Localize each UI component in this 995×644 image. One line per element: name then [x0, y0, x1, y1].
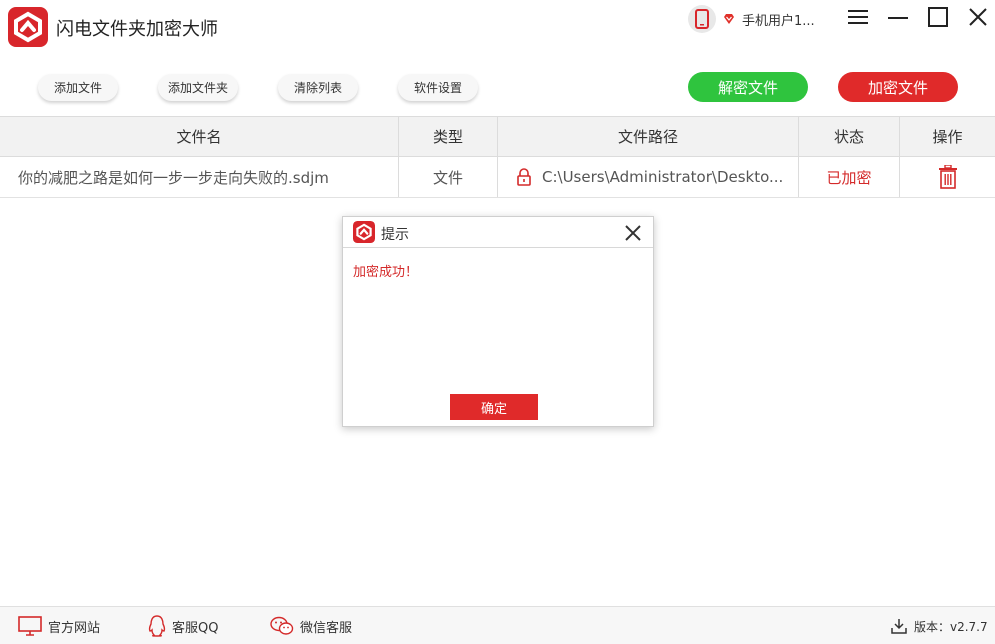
official-website-label: 官方网站 [48, 617, 100, 636]
tip-dialog: 提示 加密成功！ 确定 [342, 216, 654, 427]
qq-support-label: 客服QQ [172, 617, 218, 636]
file-path-cell: C:\Users\Administrator\Deskto... [498, 157, 799, 197]
column-header-status: 状态 [799, 117, 900, 156]
minimize-icon [887, 8, 909, 26]
table-row[interactable]: 你的减肥之路是如何一步一步走向失败的.sdjm 文件 C:\Users\Admi… [0, 157, 995, 198]
dialog-header: 提示 [343, 217, 653, 248]
wechat-support-label: 微信客服 [300, 617, 352, 636]
monitor-icon [18, 616, 42, 636]
dialog-close-button[interactable] [623, 223, 643, 243]
wechat-support-link[interactable]: 微信客服 [270, 607, 352, 644]
file-name-cell: 你的减肥之路是如何一步一步走向失败的.sdjm [0, 157, 399, 197]
menu-button[interactable] [844, 5, 872, 29]
close-icon [968, 7, 988, 27]
qq-support-link[interactable]: 客服QQ [148, 607, 218, 644]
trash-icon [938, 165, 958, 189]
download-icon[interactable] [890, 617, 908, 635]
app-logo-icon [353, 221, 375, 243]
table-header: 文件名 类型 文件路径 状态 操作 [0, 116, 995, 157]
title-bar: 闪电文件夹加密大师 手机用户1... [0, 0, 995, 57]
wechat-icon [270, 616, 294, 636]
file-path-text: C:\Users\Administrator\Deskto... [542, 168, 783, 186]
settings-button[interactable]: 软件设置 [398, 74, 478, 101]
minimize-button[interactable] [884, 5, 912, 29]
avatar[interactable] [688, 5, 716, 33]
dialog-message: 加密成功！ [353, 261, 418, 280]
lock-icon [516, 167, 532, 187]
official-website-link[interactable]: 官方网站 [18, 607, 100, 644]
menu-icon [847, 8, 869, 26]
close-icon [623, 223, 643, 243]
status-bar: 官方网站 客服QQ 微信客服 版本：v2.7.7 [0, 606, 995, 644]
version-label: 版本：v2.7.7 [914, 618, 988, 635]
app-title: 闪电文件夹加密大师 [56, 15, 218, 41]
file-type-cell: 文件 [399, 157, 498, 197]
status-badge: 已加密 [799, 157, 900, 197]
close-button[interactable] [964, 5, 992, 29]
column-header-type: 类型 [399, 117, 498, 156]
add-file-button[interactable]: 添加文件 [38, 74, 118, 101]
maximize-icon [927, 7, 949, 27]
user-name: 手机用户1... [742, 10, 815, 29]
ok-button[interactable]: 确定 [450, 394, 538, 420]
clear-list-button[interactable]: 清除列表 [278, 74, 358, 101]
column-header-path: 文件路径 [498, 117, 799, 156]
column-header-name: 文件名 [0, 117, 399, 156]
user-account[interactable]: 手机用户1... [688, 4, 815, 34]
encrypt-file-button[interactable]: 加密文件 [838, 72, 958, 102]
maximize-button[interactable] [924, 5, 952, 29]
phone-icon [695, 9, 709, 29]
dialog-title: 提示 [381, 224, 409, 244]
file-table: 文件名 类型 文件路径 状态 操作 你的减肥之路是如何一步一步走向失败的.sdj… [0, 116, 995, 198]
delete-button[interactable] [900, 157, 995, 197]
qq-penguin-icon [148, 615, 166, 637]
app-logo-icon [8, 7, 48, 47]
version-info: 版本：v2.7.7 [890, 607, 988, 644]
vip-diamond-icon [722, 12, 736, 26]
decrypt-file-button[interactable]: 解密文件 [688, 72, 808, 102]
add-folder-button[interactable]: 添加文件夹 [158, 74, 238, 101]
column-header-action: 操作 [900, 117, 995, 156]
